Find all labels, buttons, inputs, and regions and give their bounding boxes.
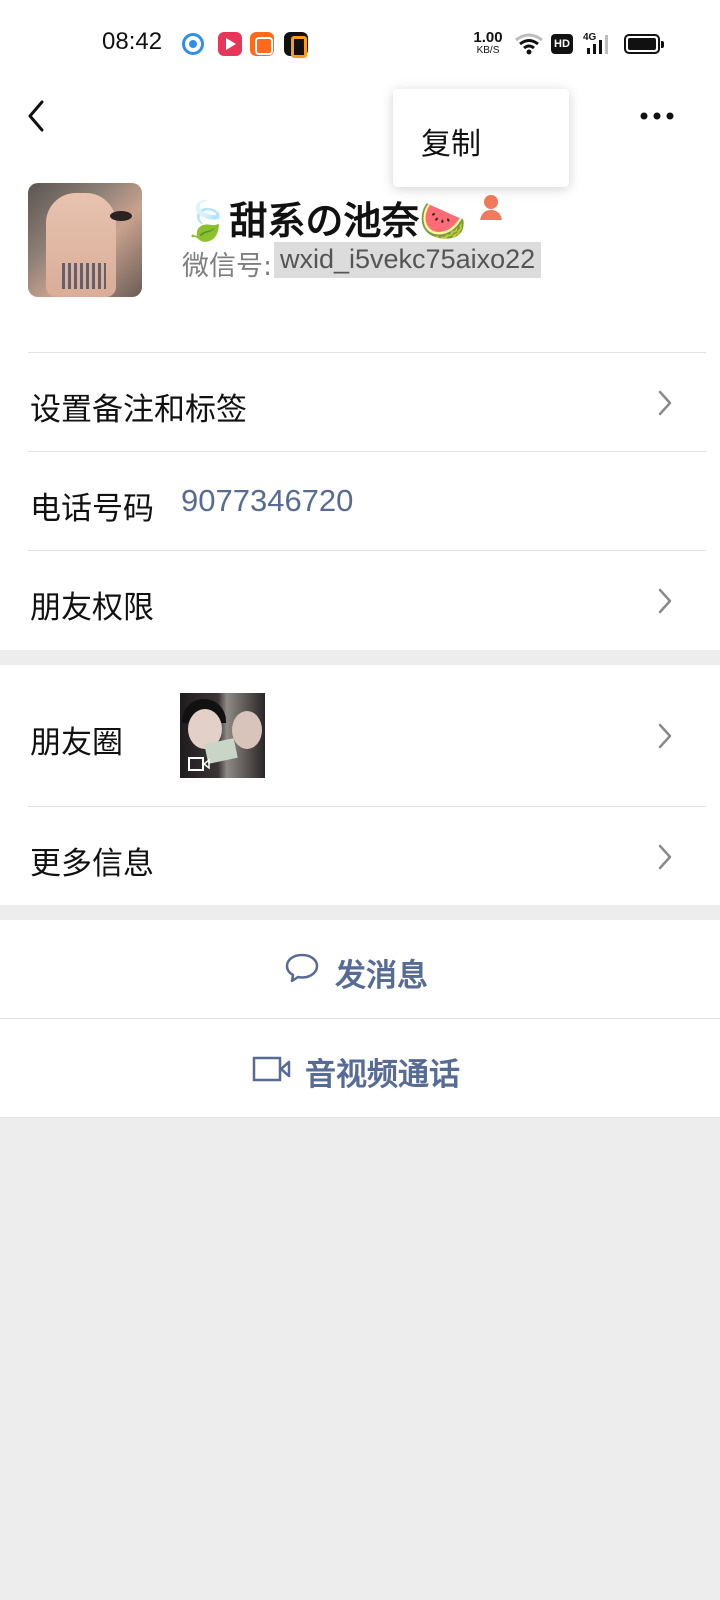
video-call-label: 音视频通话 — [305, 1057, 460, 1093]
battery-icon — [624, 34, 664, 54]
remark-tags-label: 设置备注和标签 — [30, 392, 247, 428]
video-call-button[interactable]: 音视频通话 — [0, 1019, 720, 1117]
chevron-right-icon — [658, 588, 672, 614]
more-info-label: 更多信息 — [30, 846, 154, 882]
ellipsis-icon[interactable] — [636, 104, 680, 128]
divider — [0, 1117, 720, 1118]
nav-bar — [0, 88, 720, 148]
profile-header: 🍃甜系の池奈🍉 微信号: wxid_i5vekc75aixo22 — [0, 148, 720, 354]
wifi-icon — [515, 33, 543, 55]
female-gender-icon — [480, 195, 502, 220]
wxid-value-selected[interactable]: wxid_i5vekc75aixo22 — [274, 242, 542, 278]
send-message-label: 发消息 — [335, 958, 428, 994]
video-camera-icon — [252, 1056, 291, 1082]
status-bar: 08:42 1.00 KB/S HD 4G — [0, 0, 720, 88]
status-time: 08:42 — [102, 28, 163, 55]
more-info-row[interactable]: 更多信息 — [0, 806, 720, 906]
phone-number-row: 电话号码 9077346720 — [0, 451, 720, 551]
network-speed: 1.00 KB/S — [470, 30, 506, 56]
wxid-label: 微信号: — [182, 251, 273, 282]
network-speed-unit: KB/S — [476, 45, 500, 56]
contact-info-group: 设置备注和标签 电话号码 9077346720 朋友权限 — [0, 352, 720, 650]
camera-app-icon — [250, 32, 274, 56]
moments-group: 朋友圈 更多信息 — [0, 665, 720, 905]
friend-permissions-row[interactable]: 朋友权限 — [0, 550, 720, 650]
browser-app-icon — [182, 33, 204, 55]
phone-number-label: 电话号码 — [30, 491, 154, 527]
copy-popup-menu: 复制 — [393, 89, 569, 187]
profile-nickname: 🍃甜系の池奈🍉 — [182, 199, 467, 243]
chevron-right-icon — [658, 844, 672, 870]
signal-icon: 4G — [583, 32, 615, 56]
tv-app-icon — [284, 32, 308, 58]
hd-icon: HD — [551, 34, 573, 54]
remark-tags-row[interactable]: 设置备注和标签 — [0, 352, 720, 452]
video-app-icon — [218, 32, 242, 56]
moments-label: 朋友圈 — [30, 725, 123, 761]
chevron-left-icon[interactable] — [22, 96, 52, 136]
chevron-right-icon — [658, 390, 672, 416]
friend-permissions-label: 朋友权限 — [30, 590, 154, 626]
moments-thumbnail — [180, 693, 265, 778]
phone-number-value[interactable]: 9077346720 — [181, 483, 353, 519]
avatar[interactable] — [28, 183, 142, 297]
copy-menu-item[interactable]: 复制 — [421, 119, 481, 163]
send-message-button[interactable]: 发消息 — [0, 920, 720, 1018]
network-speed-value: 1.00 — [473, 29, 503, 46]
video-icon — [188, 757, 210, 771]
moments-row[interactable]: 朋友圈 — [0, 665, 720, 806]
chat-bubble-icon — [285, 953, 319, 983]
chevron-right-icon — [658, 723, 672, 749]
